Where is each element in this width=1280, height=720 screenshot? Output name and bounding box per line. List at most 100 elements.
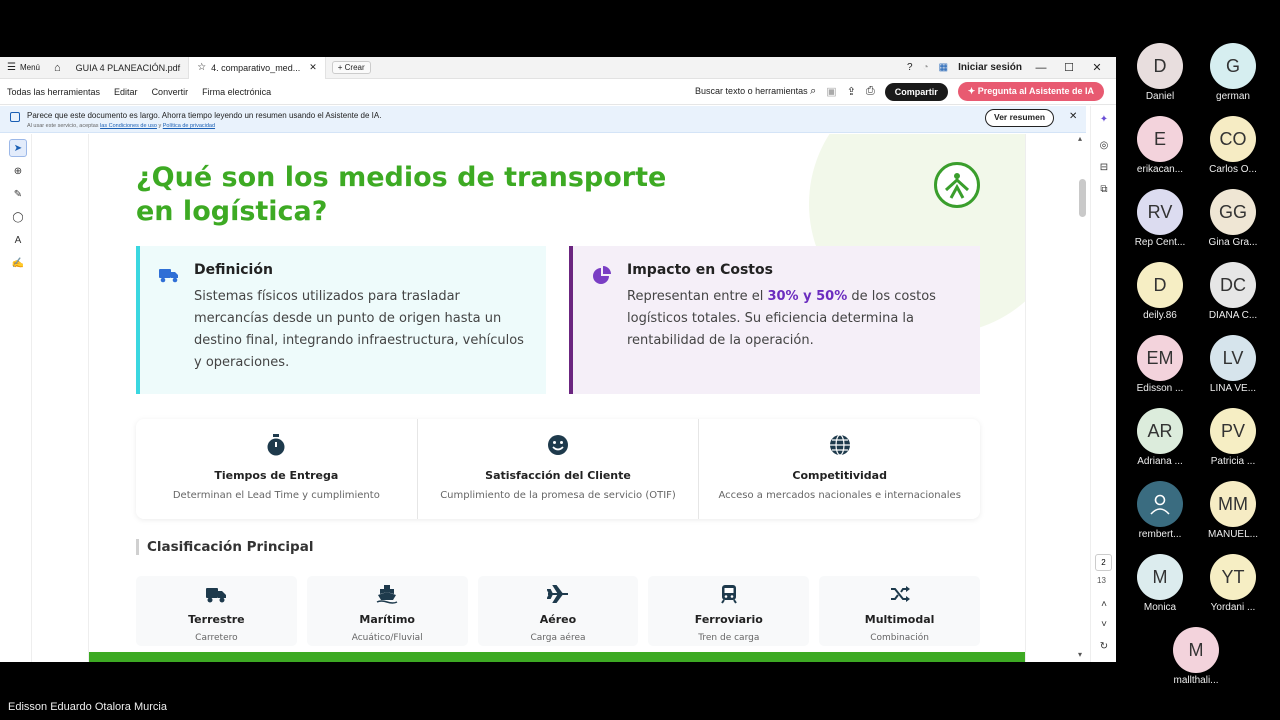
signature-icon[interactable]: ✍ [9,254,27,272]
left-toolbar: ➤ ⊕ ✎ ◯ A ✍ [0,134,32,662]
user-icon [1150,494,1170,515]
mode-maritimo: Marítimo Acuático/Fluvial [306,576,468,646]
zoom-tool-icon[interactable]: ⊕ [9,162,27,180]
participant-name: mallthali... [1173,675,1219,686]
participant-tile[interactable]: LV LINA VE... [1193,335,1273,394]
print-icon[interactable]: ⎙ [866,85,875,98]
train-icon [720,585,737,604]
participant-tile[interactable]: PV Patricia ... [1193,408,1273,467]
tab-comparativo[interactable]: ☆ 4. comparativo_med... ✕ [188,56,326,79]
privacy-link[interactable]: Política de privacidad [163,123,215,129]
avatar: E [1137,116,1183,162]
definition-title: Definición [194,262,273,278]
home-button[interactable]: ⌂ [47,57,68,79]
upload-icon[interactable]: ⇪ [847,85,856,98]
participant-tile[interactable]: YT Yordani ... [1193,554,1273,613]
star-icon[interactable]: ☆ [197,62,206,73]
participant-name: Adriana ... [1137,456,1183,467]
participant-tile[interactable]: AR Adriana ... [1120,408,1200,467]
menu-edit[interactable]: Editar [107,87,145,97]
participant-tile[interactable]: CO Carlos O... [1193,116,1273,175]
participant-tile[interactable]: D Daniel [1120,43,1200,102]
document-viewport[interactable]: ¿Qué son los medios de transporte en log… [33,134,1077,662]
copy-pages-icon[interactable]: ⧉ [1097,182,1111,196]
ai-panel-icon[interactable]: ✦ [1097,112,1111,126]
participant-tile[interactable]: RV Rep Cent... [1120,189,1200,248]
metric-customer-satisfaction: Satisfacción del Cliente Cumplimiento de… [416,419,699,519]
vertical-scrollbar[interactable]: ▴ ▾ [1077,134,1089,662]
participant-tile[interactable]: Ddeily.86 [1120,262,1200,321]
bookmark-icon[interactable]: ⊟ [1097,160,1111,174]
comment-icon[interactable]: ◎ [1097,138,1111,152]
menu-label: Menú [19,63,40,72]
participant-tile[interactable]: rembert... [1120,481,1200,540]
legal-prefix: Al usar este servicio, aceptas [27,123,99,129]
scroll-thumb[interactable] [1079,179,1086,217]
metric-title: Tiempos de Entrega [214,469,339,482]
close-window-icon[interactable]: ✕ [1088,61,1106,74]
scroll-down-icon[interactable]: ▾ [1078,650,1082,659]
participant-name: Edisson ... [1136,383,1184,394]
participant-tile[interactable]: Mmallthali... [1156,627,1236,686]
cost-highlight: 30% y 50% [767,289,848,304]
select-cursor-icon[interactable]: ➤ [9,139,27,157]
apps-grid-icon[interactable]: ▦ [939,62,948,73]
chevron-up-icon[interactable]: ˄ [1097,597,1111,611]
menu-esign[interactable]: Firma electrónica [195,87,278,97]
avatar: RV [1137,189,1183,235]
share-button[interactable]: Compartir [884,82,948,101]
avatar: M [1173,627,1219,673]
close-tab-icon[interactable]: ✕ [309,62,317,73]
participant-tile[interactable]: Eerikacan... [1120,116,1200,175]
participant-name: Rep Cent... [1134,237,1186,248]
terms-link[interactable]: las Condiciones de uso [100,123,157,129]
save-icon[interactable]: ▣ [826,85,836,98]
avatar: G [1210,43,1256,89]
mode-multimodal: Multimodal Combinación [819,576,980,646]
menu-all-tools[interactable]: Todas las herramientas [0,87,107,97]
tab-guia[interactable]: GUIA 4 PLANEACIÓN.pdf [68,57,189,79]
bell-icon[interactable]: ◔ [923,62,929,73]
page-footer-bar [89,652,1025,662]
tab-label: GUIA 4 PLANEACIÓN.pdf [75,62,181,73]
participant-name: Yordani ... [1210,602,1256,613]
lasso-icon[interactable]: ◯ [9,208,27,226]
participant-tile[interactable]: GG Gina Gra... [1193,189,1273,248]
search-tools[interactable]: Buscar texto o herramientas ⌕ [695,85,816,98]
view-summary-button[interactable]: Ver resumen [985,109,1055,127]
mode-title: Ferroviario [694,613,763,626]
ship-icon [376,585,398,604]
create-button[interactable]: + Crear [331,61,371,74]
participant-tile[interactable]: M Monica [1120,554,1200,613]
mode-aereo: Aéreo Carga aérea [477,576,639,646]
participant-name: german [1216,91,1250,102]
participant-name: LINA VE... [1209,383,1257,394]
participant-name: MANUEL... [1207,529,1258,540]
plane-icon [546,585,568,603]
refresh-icon[interactable]: ↻ [1097,639,1111,653]
chevron-down-icon[interactable]: ˅ [1097,617,1111,631]
participant-tile[interactable]: DC DIANA C... [1193,262,1273,321]
current-page-input[interactable]: 2 [1095,554,1112,571]
help-icon[interactable]: ? [907,62,913,73]
participant-tile[interactable]: Ggerman [1193,43,1273,102]
participant-name: Monica [1143,602,1177,613]
minimize-icon[interactable]: — [1032,62,1050,74]
pen-icon[interactable]: ✎ [9,185,27,203]
ai-assistant-button[interactable]: ✦ Pregunta al Asistente de IA [957,82,1104,101]
scroll-up-icon[interactable]: ▴ [1078,134,1082,143]
participant-tile[interactable]: EM Edisson ... [1120,335,1200,394]
text-box-icon[interactable]: A [9,231,27,249]
participant-name: deily.86 [1143,310,1177,321]
mode-subtitle: Combinación [870,633,929,643]
menu-button[interactable]: ☰ Menú [0,57,47,79]
participant-name: DIANA C... [1208,310,1258,321]
menu-convert[interactable]: Convertir [145,87,196,97]
cost-title: Impacto en Costos [627,262,773,278]
signin-button[interactable]: Iniciar sesión [958,62,1022,73]
maximize-icon[interactable]: ☐ [1060,61,1078,74]
video-call-stage: ☰ Menú ⌂ GUIA 4 PLANEACIÓN.pdf ☆ 4. comp… [0,0,1280,720]
close-icon[interactable]: ✕ [1069,111,1077,122]
participant-tile[interactable]: MM MANUEL... [1193,481,1273,540]
cost-body: Representan entre el 30% y 50% de los co… [627,286,962,352]
